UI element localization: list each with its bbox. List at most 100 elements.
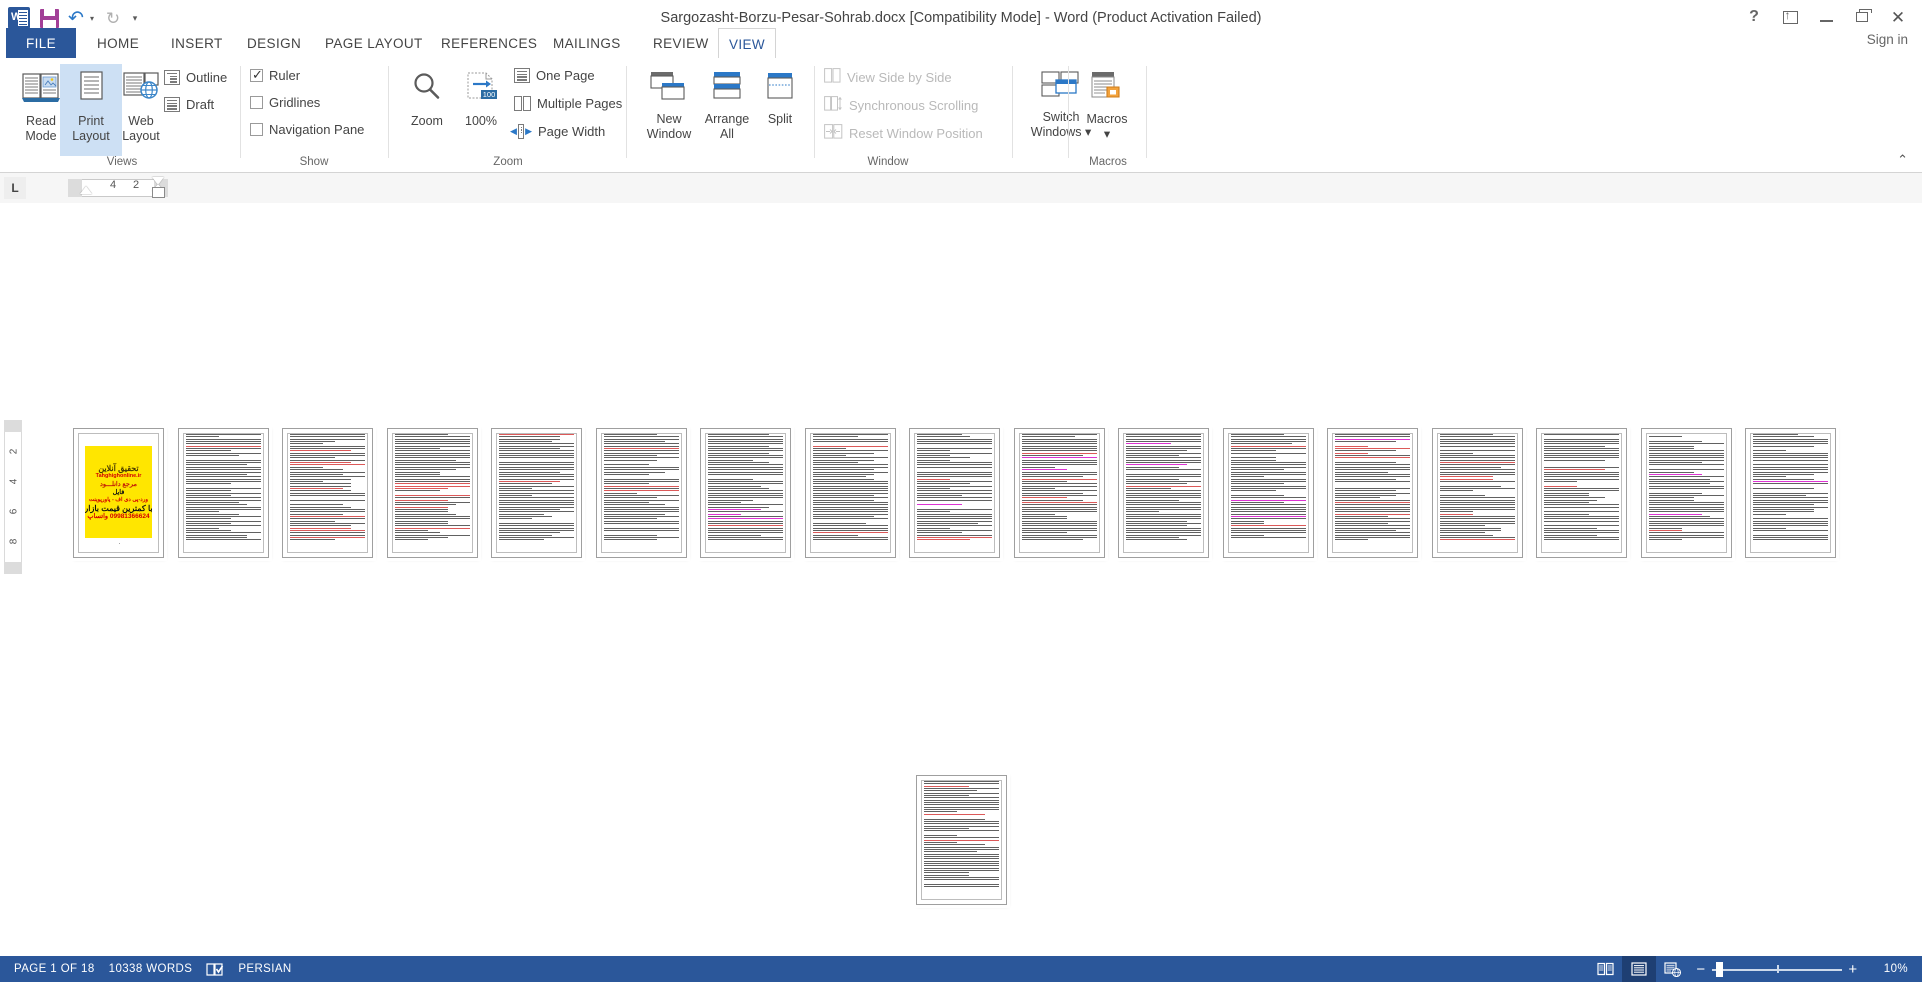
- sign-in-link[interactable]: Sign in: [1867, 32, 1908, 47]
- zoom-out-button[interactable]: −: [1690, 961, 1712, 978]
- vruler-mark-2: 2: [8, 448, 20, 455]
- new-window-label-line2: Window: [646, 127, 692, 141]
- zoom-100-button[interactable]: 100 100%: [452, 64, 510, 156]
- outline-button[interactable]: Outline: [164, 70, 227, 85]
- page-thumbnail[interactable]: تحقیق آنلاین Tahghighonline.ir مرجع دانل…: [73, 428, 164, 558]
- page-thumbnail[interactable]: [1536, 428, 1627, 558]
- word-application-window: W ↶ ▾ ↻ ▾ Sargozasht-Borzu-Pesar-Sohrab.…: [0, 0, 1922, 982]
- zoom-slider[interactable]: [1712, 956, 1842, 982]
- vertical-ruler-top-cap: [4, 420, 22, 432]
- horizontal-ruler[interactable]: L 4 2: [0, 173, 1922, 203]
- synchronous-scrolling-button[interactable]: Synchronous Scrolling: [824, 96, 978, 114]
- reset-window-position-icon: [824, 124, 843, 142]
- collapse-ribbon-icon[interactable]: ⌃: [1897, 152, 1908, 168]
- multiple-pages-icon: [514, 96, 531, 111]
- new-window-button[interactable]: New Window: [638, 64, 700, 156]
- page-thumbnail[interactable]: [700, 428, 791, 558]
- undo-glyph: ↶: [68, 7, 84, 29]
- page-content: [921, 780, 1002, 900]
- page-thumbnail[interactable]: [1013, 428, 1105, 558]
- tab-review[interactable]: REVIEW: [640, 28, 722, 58]
- read-mode-view-button[interactable]: [1588, 956, 1622, 982]
- tab-file[interactable]: FILE: [6, 28, 76, 58]
- page-thumbnail[interactable]: [491, 428, 582, 558]
- navigation-pane-checkbox[interactable]: Navigation Pane: [250, 122, 364, 137]
- page-thumbnail-row-2: [916, 775, 1007, 905]
- status-bar: PAGE 1 OF 18 10338 WORDS PERSIAN − + 10%: [0, 956, 1922, 982]
- arrange-all-button[interactable]: Arrange All: [696, 64, 758, 156]
- vertical-ruler[interactable]: 2 4 6 8: [4, 432, 22, 562]
- zoom-100-icon: 100: [462, 70, 500, 110]
- macros-button[interactable]: Macros ▾: [1074, 64, 1140, 156]
- left-indent-marker[interactable]: [80, 186, 92, 194]
- split-button[interactable]: Split: [754, 64, 806, 156]
- page-content: [1332, 433, 1413, 553]
- page-thumbnail[interactable]: [386, 428, 478, 558]
- web-layout-button[interactable]: Web Layout: [110, 64, 172, 156]
- zoom-in-button[interactable]: +: [1842, 961, 1864, 978]
- reset-window-position-button[interactable]: Reset Window Position: [824, 124, 983, 142]
- page-thumbnail[interactable]: [1118, 428, 1209, 558]
- page-thumbnail[interactable]: [1431, 428, 1523, 558]
- tab-page-layout[interactable]: PAGE LAYOUT: [312, 28, 436, 58]
- page-content: [1018, 433, 1100, 553]
- draft-button[interactable]: Draft: [164, 97, 214, 112]
- tab-references[interactable]: REFERENCES: [428, 28, 550, 58]
- page-thumbnail[interactable]: [909, 428, 1000, 558]
- print-layout-icon: [73, 70, 109, 110]
- ad-line-1: تحقیق آنلاین: [98, 463, 139, 473]
- zoom-slider-handle[interactable]: [1716, 962, 1723, 977]
- multiple-pages-label: Multiple Pages: [537, 96, 623, 111]
- language-indicator[interactable]: PERSIAN: [238, 963, 291, 975]
- right-indent-marker[interactable]: [152, 187, 165, 198]
- web-layout-view-button[interactable]: [1656, 956, 1690, 982]
- one-page-button[interactable]: One Page: [514, 68, 595, 83]
- page-thumbnail[interactable]: [1327, 428, 1418, 558]
- page-thumbnail[interactable]: [177, 428, 269, 558]
- proofing-errors-icon[interactable]: [206, 962, 224, 976]
- group-separator-3: [626, 66, 627, 158]
- tab-home[interactable]: HOME: [84, 28, 152, 58]
- tab-mailings[interactable]: MAILINGS: [540, 28, 634, 58]
- page-thumbnail[interactable]: [804, 428, 896, 558]
- svg-text:100: 100: [483, 90, 496, 99]
- page-thumbnail[interactable]: [1640, 428, 1732, 558]
- print-layout-label-line2: Layout: [72, 129, 110, 143]
- page-width-label: Page Width: [538, 124, 606, 139]
- page-thumbnail[interactable]: [1745, 428, 1836, 558]
- tab-view[interactable]: VIEW: [718, 28, 776, 59]
- gridlines-label: Gridlines: [269, 95, 321, 110]
- document-canvas[interactable]: 2 4 6 8 تحقیق آنلاین Tahghighonline.ir م…: [0, 203, 1922, 952]
- one-page-label: One Page: [536, 68, 595, 83]
- outline-label: Outline: [186, 70, 228, 85]
- zoom-button[interactable]: Zoom: [398, 64, 456, 156]
- page-indicator[interactable]: PAGE 1 OF 18: [14, 963, 95, 975]
- group-separator-1: [240, 66, 241, 158]
- page-thumbnail[interactable]: [916, 775, 1007, 905]
- page-content: [1541, 433, 1622, 553]
- redo-glyph: ↻: [105, 8, 121, 28]
- synchronous-scrolling-icon: [824, 96, 843, 114]
- split-label: Split: [767, 112, 793, 126]
- views-group-label: Views: [106, 156, 138, 168]
- reset-window-position-label: Reset Window Position: [849, 125, 983, 141]
- page-content: [287, 433, 368, 553]
- tab-insert[interactable]: INSERT: [158, 28, 236, 58]
- page-thumbnail[interactable]: [595, 428, 687, 558]
- tab-stop-selector[interactable]: L: [4, 177, 26, 199]
- view-side-by-side-button[interactable]: View Side by Side: [824, 68, 952, 86]
- zoom-level-label[interactable]: 10%: [1864, 963, 1908, 975]
- advertisement-banner: تحقیق آنلاین Tahghighonline.ir مرجع دانل…: [85, 446, 152, 538]
- page-thumbnail[interactable]: [282, 428, 373, 558]
- multiple-pages-button[interactable]: Multiple Pages: [514, 96, 622, 111]
- ruler-checkbox[interactable]: Ruler: [250, 67, 300, 83]
- page-content: [600, 433, 682, 553]
- word-count[interactable]: 10338 WORDS: [109, 963, 193, 975]
- arrange-all-label-line2: All: [720, 127, 734, 141]
- tab-design[interactable]: DESIGN: [234, 28, 314, 58]
- web-layout-label-line2: Layout: [122, 129, 160, 143]
- gridlines-checkbox[interactable]: Gridlines: [250, 95, 320, 110]
- page-thumbnail[interactable]: [1222, 428, 1314, 558]
- page-width-button[interactable]: ◀ ▶ Page Width: [510, 124, 605, 139]
- print-layout-view-button[interactable]: [1622, 956, 1656, 982]
